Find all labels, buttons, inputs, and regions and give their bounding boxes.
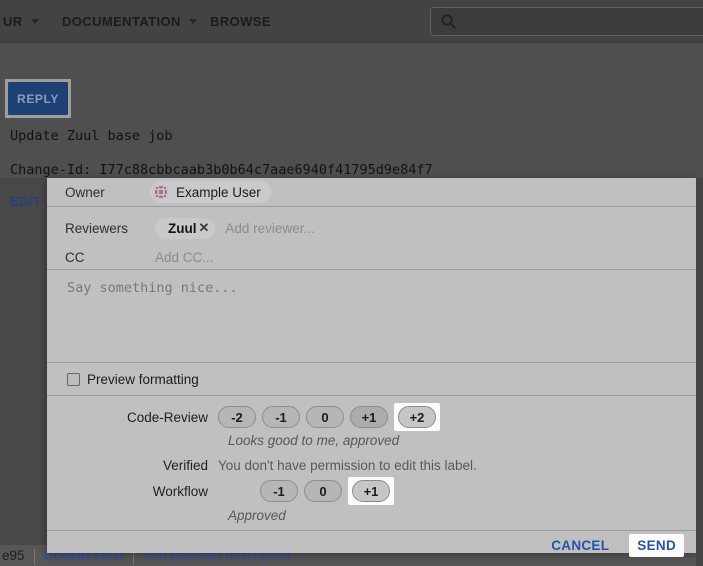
cc-row: CC Add CC... [47, 245, 696, 269]
verified-label: Verified [47, 458, 218, 473]
send-button[interactable]: SEND [637, 538, 676, 553]
reply-button-highlight: REPLY [5, 79, 71, 118]
dimmed-page-right [696, 178, 703, 566]
code-review-minus2-button[interactable]: -2 [218, 406, 256, 428]
dialog-actions: CANCEL SEND [47, 531, 696, 559]
cancel-button[interactable]: CANCEL [551, 538, 609, 553]
code-review-plus2-button[interactable]: +2 [398, 406, 436, 428]
code-review-label: Code-Review [47, 410, 218, 425]
reviewer-chip-zuul: Zuul ✕ [155, 218, 215, 239]
preview-formatting-checkbox[interactable] [67, 373, 80, 386]
commit-subject: Update Zuul base job [10, 128, 173, 144]
workflow-minus1-button[interactable]: -1 [260, 480, 298, 502]
workflow-zero-button[interactable]: 0 [304, 480, 342, 502]
code-review-plus2-highlight: +2 [394, 403, 440, 431]
preview-formatting-label: Preview formatting [87, 372, 199, 387]
code-review-plus1-button[interactable]: +1 [350, 406, 388, 428]
nav-menu-documentation-label: DOCUMENTATION [62, 14, 181, 29]
edit-link[interactable]: EDIT [10, 194, 41, 209]
workflow-plus1-button[interactable]: +1 [352, 480, 390, 502]
code-review-minus1-button[interactable]: -1 [262, 406, 300, 428]
code-review-zero-button[interactable]: 0 [306, 406, 344, 428]
reviewers-row: Reviewers Zuul ✕ Add reviewer... [47, 215, 696, 241]
reviewer-chip-name: Zuul [168, 221, 197, 236]
reply-dialog: Owner Example User Reviewe [47, 178, 696, 553]
dimmed-page-left [0, 178, 47, 545]
send-button-highlight: SEND [629, 534, 684, 557]
reviewers-label: Reviewers [65, 221, 155, 236]
chevron-down-icon [189, 19, 197, 24]
owner-row: Owner Example User [47, 178, 696, 207]
workflow-row: Workflow -1 0 +1 [47, 476, 696, 506]
add-reviewer-input[interactable]: Add reviewer... [225, 221, 314, 236]
search-icon [440, 13, 457, 30]
chevron-down-icon [31, 19, 39, 24]
sha-fragment: e95 [2, 548, 25, 563]
remove-reviewer-icon[interactable]: ✕ [199, 220, 210, 236]
workflow-plus1-highlight: +1 [348, 477, 394, 505]
cc-label: CC [65, 250, 155, 265]
reply-message-textarea[interactable]: Say something nice... [47, 270, 696, 363]
nav-menu-your-label: UR [3, 14, 23, 29]
nav-menu-documentation[interactable]: DOCUMENTATION [62, 0, 197, 43]
verified-row: Verified You don't have permission to ed… [47, 458, 696, 473]
code-review-row: Code-Review -2 -1 0 +1 +2 [47, 402, 696, 432]
nav-menu-your[interactable]: UR [3, 0, 39, 43]
people-section: Reviewers Zuul ✕ Add reviewer... CC Add … [47, 207, 696, 270]
workflow-label: Workflow [47, 484, 218, 499]
avatar [152, 183, 170, 201]
scores-section: Code-Review -2 -1 0 +1 +2 Looks good to … [47, 402, 696, 531]
search-input[interactable] [430, 7, 703, 36]
verified-permission-message: You don't have permission to edit this l… [218, 458, 477, 473]
owner-chip[interactable]: Example User [150, 181, 271, 203]
reply-button[interactable]: REPLY [8, 82, 68, 115]
workflow-hint: Approved [228, 508, 696, 524]
divider [34, 549, 35, 565]
message-placeholder: Say something nice... [67, 280, 238, 296]
commit-change-id: Change-Id: I77c88cbbcaab3b0b64c7aae6940f… [10, 162, 433, 178]
owner-label: Owner [65, 185, 150, 200]
nav-menu-browse-label: BROWSE [210, 14, 271, 29]
owner-name: Example User [176, 185, 261, 200]
code-review-hint: Looks good to me, approved [228, 433, 696, 449]
nav-menu-browse[interactable]: BROWSE [210, 0, 271, 43]
add-cc-input[interactable]: Add CC... [155, 250, 214, 265]
top-bar: UR DOCUMENTATION BROWSE [0, 0, 703, 43]
preview-row: Preview formatting [47, 363, 696, 396]
